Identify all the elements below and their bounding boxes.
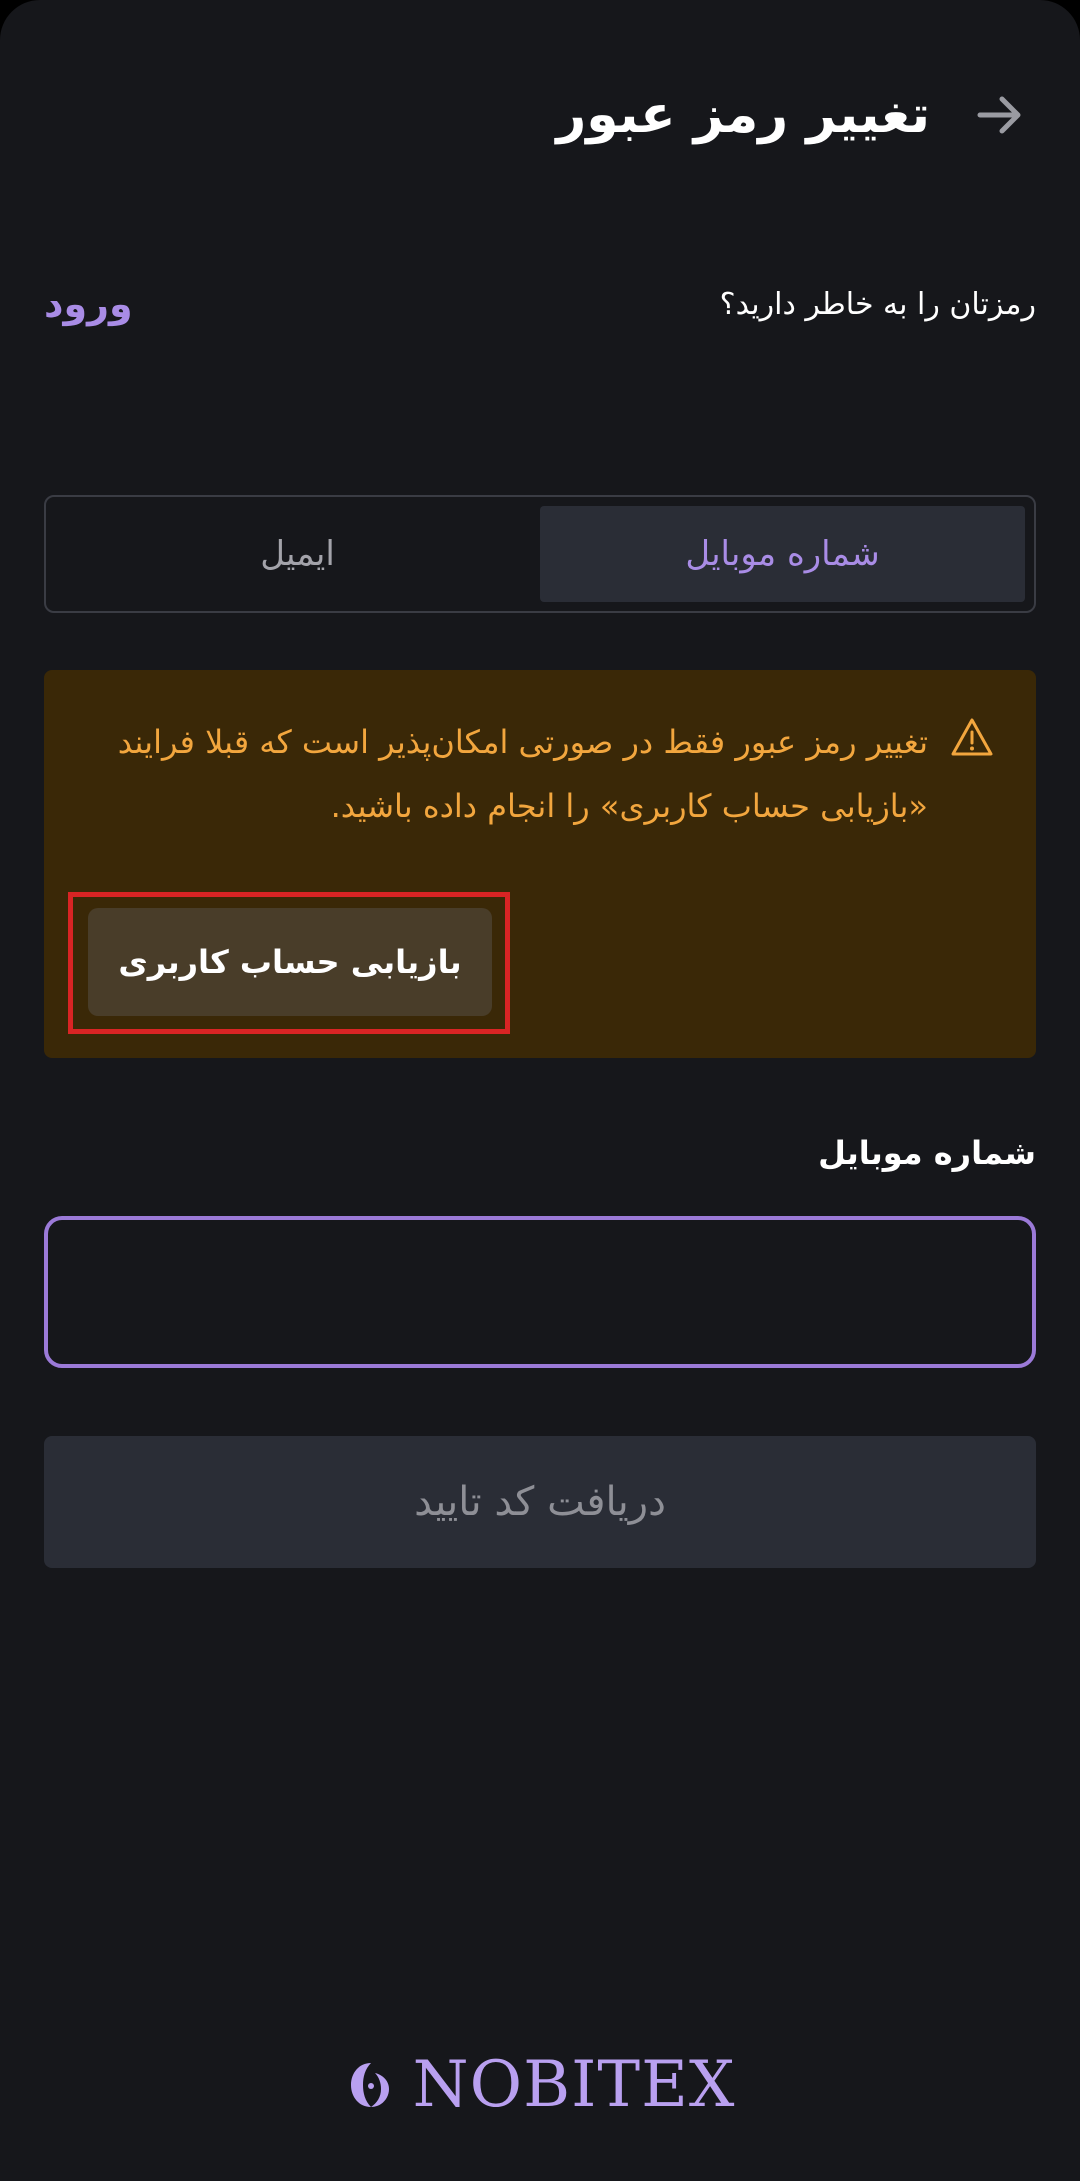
tab-email[interactable]: ایمیل [55, 506, 540, 602]
screen: تغییر رمز عبور رمزتان را به خاطر دارید؟ … [0, 0, 1080, 2181]
login-link[interactable]: ورود [44, 282, 133, 326]
recover-account-button[interactable]: بازیابی حساب کاربری [88, 908, 492, 1016]
remember-row: رمزتان را به خاطر دارید؟ ورود [44, 282, 1036, 326]
warning-triangle-icon [951, 718, 993, 756]
page-title: تغییر رمز عبور [556, 85, 930, 145]
header: تغییر رمز عبور [40, 70, 1040, 160]
mobile-input[interactable] [44, 1216, 1036, 1368]
logo-text: NOBITEX [412, 2048, 736, 2122]
warning-box: تغییر رمز عبور فقط در صورتی امکان‌پذیر ا… [44, 670, 1036, 1058]
back-button[interactable] [960, 75, 1040, 155]
tab-mobile[interactable]: شماره موبایل [540, 506, 1025, 602]
nobitex-logo: NOBITEX [0, 2048, 1080, 2122]
warning-text: تغییر رمز عبور فقط در صورتی امکان‌پذیر ا… [117, 723, 928, 825]
nobitex-logo-icon [350, 2063, 389, 2107]
method-tabs: شماره موبایل ایمیل [44, 495, 1036, 613]
get-code-button[interactable]: دریافت کد تایید [44, 1436, 1036, 1568]
mobile-field-label: شماره موبایل [818, 1134, 1036, 1172]
remember-question: رمزتان را به خاطر دارید؟ [719, 286, 1036, 322]
arrow-right-icon [977, 96, 1021, 134]
